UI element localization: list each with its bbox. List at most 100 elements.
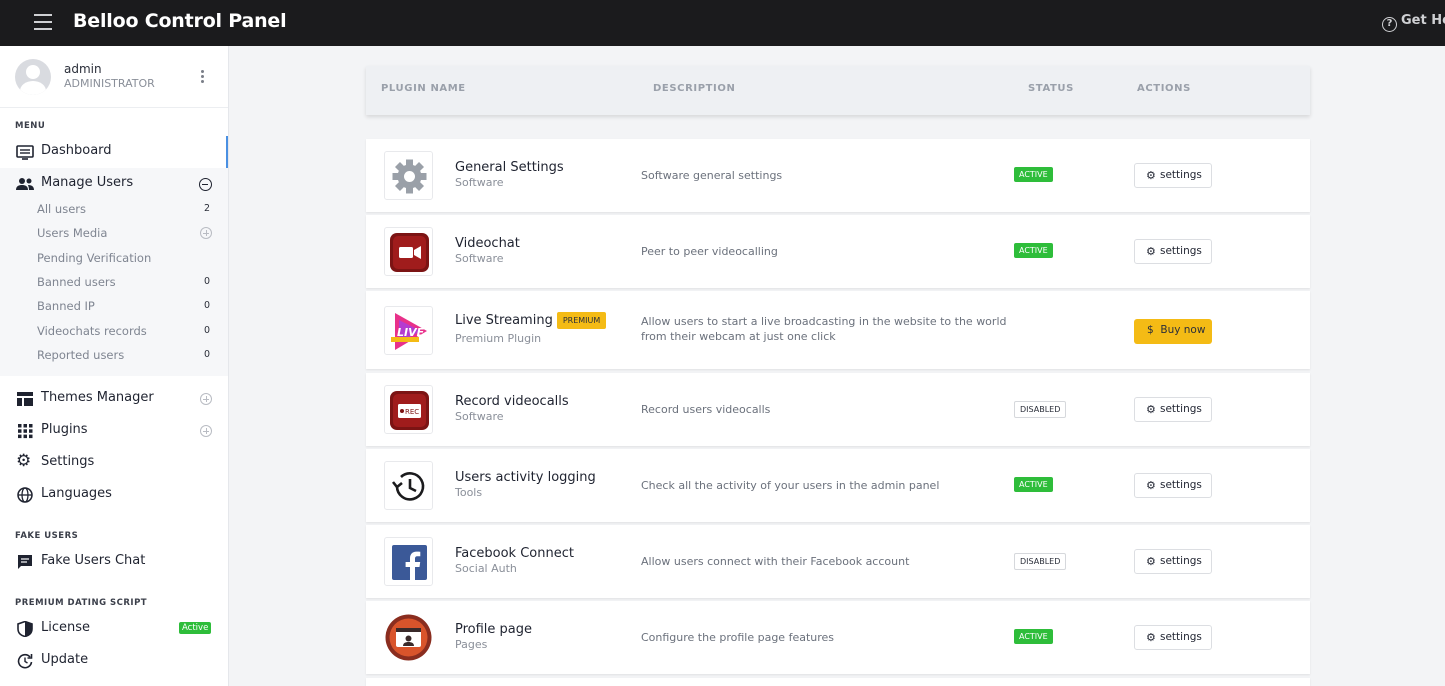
license-status-badge: Active — [179, 622, 212, 634]
submenu-item-reported-users[interactable]: Reported users 0 — [37, 348, 217, 368]
shield-icon — [17, 621, 33, 637]
settings-button[interactable]: ⚙ settings — [1134, 239, 1212, 264]
facebook-icon — [384, 537, 433, 586]
user-name: admin — [64, 62, 102, 76]
sidebar-item-license[interactable]: License Active — [0, 613, 228, 645]
plugin-name: Facebook Connect — [455, 546, 574, 561]
premium-section-label: PREMIUM DATING SCRIPT — [15, 598, 148, 608]
chat-icon — [18, 555, 32, 569]
settings-button[interactable]: ⚙ settings — [1134, 549, 1212, 574]
plugin-category: Software — [455, 410, 504, 423]
settings-button[interactable]: ⚙ settings — [1134, 473, 1212, 498]
plugin-name: General Settings — [455, 160, 564, 175]
count-badge: 0 — [203, 276, 210, 287]
status-badge: DISABLED — [1014, 553, 1067, 570]
table-row: REC Record videocalls Software Record us… — [366, 373, 1310, 446]
update-icon — [17, 653, 33, 669]
sidebar-item-fake-users-chat[interactable]: Fake Users Chat — [0, 546, 228, 578]
plugin-category: Tools — [455, 486, 483, 499]
sidebar: admin ADMINISTRATOR MENU Dashboard Manag… — [0, 46, 229, 686]
sidebar-item-plugins[interactable]: Plugins — [0, 415, 228, 447]
manage-users-submenu: All users 2 Users Media Pending Verificat… — [0, 198, 228, 376]
collapse-icon[interactable] — [199, 178, 212, 191]
submenu-item-videochats-records[interactable]: Videochats records 0 — [37, 324, 217, 344]
column-header-actions: ACTIONS — [1137, 83, 1191, 94]
plugin-description: Allow users connect with their Facebook … — [641, 555, 910, 568]
sidebar-item-themes-manager[interactable]: Themes Manager — [0, 383, 228, 415]
settings-button[interactable]: ⚙ settings — [1134, 163, 1212, 188]
table-row: Users activity logging Tools Check all t… — [366, 449, 1310, 522]
status-badge: ACTIVE — [1014, 243, 1053, 258]
sidebar-item-languages[interactable]: Languages — [0, 479, 228, 511]
expand-icon[interactable] — [200, 425, 212, 437]
svg-text:LIVE: LIVE — [397, 326, 425, 339]
plugin-description: Configure the profile page features — [641, 631, 835, 644]
gear-icon — [384, 151, 433, 200]
count-badge: 0 — [203, 325, 210, 336]
avatar — [15, 59, 51, 95]
plugin-category: Pages — [455, 638, 488, 651]
top-bar: Belloo Control Panel ? Get He — [0, 0, 1445, 46]
sidebar-item-label: Dashboard — [41, 143, 112, 158]
table-row: Videochat Software Peer to peer videocal… — [366, 215, 1310, 288]
gear-icon: ⚙ — [16, 451, 32, 471]
videochat-icon — [384, 227, 433, 276]
globe-icon — [17, 487, 33, 503]
help-icon: ? — [1382, 17, 1397, 32]
table-row: Profile page Pages Configure the profile… — [366, 601, 1310, 674]
plugin-category: Software — [455, 252, 504, 265]
themes-icon — [17, 392, 33, 406]
submenu-item-pending-verification[interactable]: Pending Verification — [37, 251, 217, 271]
buy-now-button[interactable]: $ Buy now — [1134, 319, 1212, 344]
sidebar-item-label: Fake Users Chat — [41, 553, 146, 568]
settings-button[interactable]: ⚙ settings — [1134, 625, 1212, 650]
user-menu-kebab-icon[interactable] — [201, 70, 205, 85]
count-badge: 2 — [203, 203, 210, 214]
gear-icon: ⚙ — [1146, 403, 1156, 416]
status-badge: ACTIVE — [1014, 477, 1053, 492]
expand-icon[interactable] — [200, 227, 212, 239]
users-icon — [16, 178, 34, 190]
table-row: LIVE Live Streaming PREMIUM Premium Plugi… — [366, 291, 1310, 369]
user-box: admin ADMINISTRATOR — [0, 46, 228, 108]
svg-text:REC: REC — [405, 408, 419, 416]
column-header-plugin-name: PLUGIN NAME — [381, 83, 466, 94]
sidebar-item-label: Themes Manager — [41, 390, 154, 405]
record-icon: REC — [384, 385, 433, 434]
count-badge: 0 — [203, 349, 210, 360]
sidebar-item-settings[interactable]: ⚙ Settings — [0, 447, 228, 479]
plugins-table-header: PLUGIN NAME DESCRIPTION STATUS ACTIONS — [366, 66, 1310, 115]
profile-page-icon — [384, 613, 433, 662]
sidebar-item-label: Manage Users — [41, 175, 134, 190]
user-role: ADMINISTRATOR — [64, 77, 155, 90]
sidebar-item-update[interactable]: Update — [0, 645, 228, 677]
sidebar-item-manage-users[interactable]: Manage Users — [0, 168, 228, 200]
hamburger-menu-icon[interactable] — [34, 14, 52, 30]
submenu-item-banned-ip[interactable]: Banned IP 0 — [37, 299, 217, 319]
plugins-grid-icon — [18, 424, 33, 439]
plugin-description: Check all the activity of your users in … — [641, 479, 940, 492]
plugin-description: Record users videocalls — [641, 403, 771, 416]
dashboard-icon — [16, 145, 34, 160]
sidebar-item-label: Plugins — [41, 422, 88, 437]
column-header-description: DESCRIPTION — [653, 83, 736, 94]
settings-button[interactable]: ⚙ settings — [1134, 397, 1212, 422]
table-row — [366, 678, 1310, 686]
live-streaming-icon: LIVE — [384, 306, 433, 355]
submenu-item-all-users[interactable]: All users 2 — [37, 202, 217, 222]
submenu-item-banned-users[interactable]: Banned users 0 — [37, 275, 217, 295]
history-icon — [384, 461, 433, 510]
gear-icon: ⚙ — [1146, 245, 1156, 258]
gear-icon: ⚙ — [1146, 555, 1156, 568]
gear-icon: ⚙ — [1146, 169, 1156, 182]
submenu-item-users-media[interactable]: Users Media — [37, 226, 217, 246]
plugin-name: Profile page — [455, 622, 533, 637]
status-badge: DISABLED — [1014, 401, 1067, 418]
status-badge: ACTIVE — [1014, 167, 1053, 182]
plugin-category: Premium Plugin — [455, 332, 542, 345]
expand-icon[interactable] — [200, 393, 212, 405]
sidebar-item-dashboard[interactable]: Dashboard — [0, 136, 228, 168]
gear-icon: ⚙ — [1146, 631, 1156, 644]
help-link[interactable]: ? Get He — [1382, 13, 1445, 32]
app-title: Belloo Control Panel — [73, 10, 287, 32]
